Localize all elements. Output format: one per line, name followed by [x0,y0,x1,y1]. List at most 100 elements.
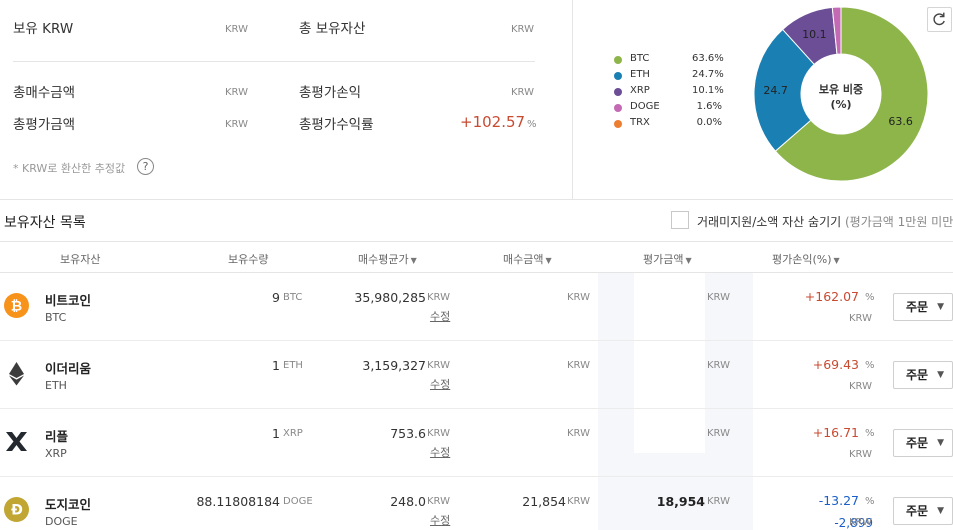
avg-price: 248.0 [390,494,426,509]
holdings-donut-chart: 63.6 24.7 10.1 보유 비중 (%) [754,7,928,181]
sort-caret-icon: ▼ [545,256,552,265]
holding-qty: 9 [272,290,280,305]
holding-qty: 1 [272,358,280,373]
pl-percent: +162.07 [804,289,859,304]
order-button[interactable]: 주문 ▼ [893,361,953,389]
edit-avg-link[interactable]: 수정 [430,444,450,460]
total-return-unit: % [527,119,537,130]
avg-price: 3,159,327 [362,358,426,373]
col-qty: 보유수량 [228,253,269,266]
col-avg-label: 매수평균가 [358,253,409,266]
col-buy-sort[interactable]: 매수금액 ▼ [503,251,552,267]
legend-dot [614,104,622,112]
coin-name[interactable]: 도지코인 [45,494,91,513]
coin-name[interactable]: 이더리움 [45,358,91,377]
total-assets-label: 총 보유자산 [299,21,366,37]
qty-unit: BTC [283,292,303,303]
holding-qty: 88.11808184 [196,494,280,509]
col-avg-sort[interactable]: 매수평균가 ▼ [358,251,417,267]
legend-dot [614,120,622,128]
summary-divider [13,61,535,62]
donut-center-title: 보유 비중 [819,82,863,96]
section-divider [0,199,953,200]
order-button[interactable]: 주문 ▼ [893,293,953,321]
table-row[interactable]: ₿ 비트코인 BTC 9 BTC 35,980,285 KRW 수정 KRW K… [0,273,953,341]
eval-unit: KRW [707,496,730,507]
slice-label: 63.6 [888,115,913,128]
bitcoin-icon: ₿ [4,293,29,318]
asset-summary: 보유 KRW KRW 총 보유자산 KRW 총매수금액 KRW 총평가손익 KR… [0,0,573,199]
avg-unit: KRW [427,428,450,439]
table-row[interactable]: 이더리움 ETH 1 ETH 3,159,327 KRW 수정 KRW KRW … [0,341,953,409]
edit-avg-link[interactable]: 수정 [430,376,450,392]
table-row[interactable]: Đ 도지코인 DOGE 88.11808184 DOGE 248.0 KRW 수… [0,477,953,530]
sort-caret-icon: ▼ [833,256,840,265]
holding-krw-label: 보유 KRW [13,21,74,37]
coin-symbol: XRP [45,447,67,460]
help-icon[interactable]: ? [137,158,154,175]
pl-percent: +69.43 [812,357,859,372]
donut-center-unit: (%) [830,98,851,111]
legend-value: 10.1% [692,85,724,96]
pl-unit: KRW [849,517,872,528]
total-buy-label: 총매수금액 [13,85,76,101]
hide-small-assets-checkbox[interactable] [671,211,689,229]
chevron-down-icon: ▼ [937,370,944,380]
total-buy-unit: KRW [225,87,248,98]
eval-unit: KRW [707,292,730,303]
legend-label: TRX [630,117,650,128]
pl-unit: KRW [849,381,872,392]
total-pl-label: 총평가손익 [299,85,362,101]
col-pl-label: 평가손익(%) [772,253,832,266]
estimate-note: * KRW로 환산한 추정값 [13,162,126,175]
legend-value: 1.6% [696,101,722,112]
avg-unit: KRW [427,360,450,371]
eval-amount: 18,954 [656,494,705,509]
qty-unit: ETH [283,360,303,371]
col-eval-sort[interactable]: 평가금액 ▼ [643,251,692,267]
slice-label: 24.7 [763,84,788,97]
qty-unit: DOGE [283,496,313,507]
col-asset: 보유자산 [60,253,101,266]
pl-percent-sign: % [865,496,875,507]
hide-label-sub: (평가금액 1만원 미만) [844,215,953,229]
avg-price: 35,980,285 [354,290,426,305]
dogecoin-icon: Đ [4,497,29,522]
avg-unit: KRW [427,292,450,303]
legend-dot [614,72,622,80]
order-button[interactable]: 주문 ▼ [893,497,953,525]
buy-unit: KRW [567,496,590,507]
col-buy-label: 매수금액 [503,253,544,266]
holdings-list-title: 보유자산 목록 [4,215,86,231]
coin-name[interactable]: 리플 [45,426,68,445]
svg-text:Đ: Đ [11,503,23,519]
buy-amount: 21,854 [522,494,566,509]
ripple-icon [6,432,27,451]
refresh-button[interactable] [927,7,952,32]
total-eval-unit: KRW [225,119,248,130]
total-pl-unit: KRW [511,87,534,98]
col-pl-sort[interactable]: 평가손익(%) ▼ [772,251,840,267]
holding-qty: 1 [272,426,280,441]
legend-label: BTC [630,53,650,64]
chevron-down-icon: ▼ [937,438,944,448]
hide-label-text: 거래미지원/소액 자산 숨기기 [697,215,842,229]
hide-small-assets-label[interactable]: 거래미지원/소액 자산 숨기기 (평가금액 1만원 미만) [697,213,953,230]
edit-avg-link[interactable]: 수정 [430,308,450,324]
eval-unit: KRW [707,428,730,439]
total-assets-unit: KRW [511,24,534,35]
svg-text:₿: ₿ [11,299,22,315]
coin-symbol: DOGE [45,515,78,528]
slice-label: 10.1 [802,28,827,41]
pl-percent: -13.27 [818,493,859,508]
pl-unit: KRW [849,313,872,324]
order-label: 주문 [906,300,929,314]
sort-caret-icon: ▼ [685,256,692,265]
order-label: 주문 [906,368,929,382]
order-button[interactable]: 주문 ▼ [893,429,953,457]
table-row[interactable]: 리플 XRP 1 XRP 753.6 KRW 수정 KRW KRW +16.71… [0,409,953,477]
edit-avg-link[interactable]: 수정 [430,512,450,528]
legend-value: 24.7% [692,69,724,80]
coin-name[interactable]: 비트코인 [45,290,91,309]
pl-unit: KRW [849,449,872,460]
